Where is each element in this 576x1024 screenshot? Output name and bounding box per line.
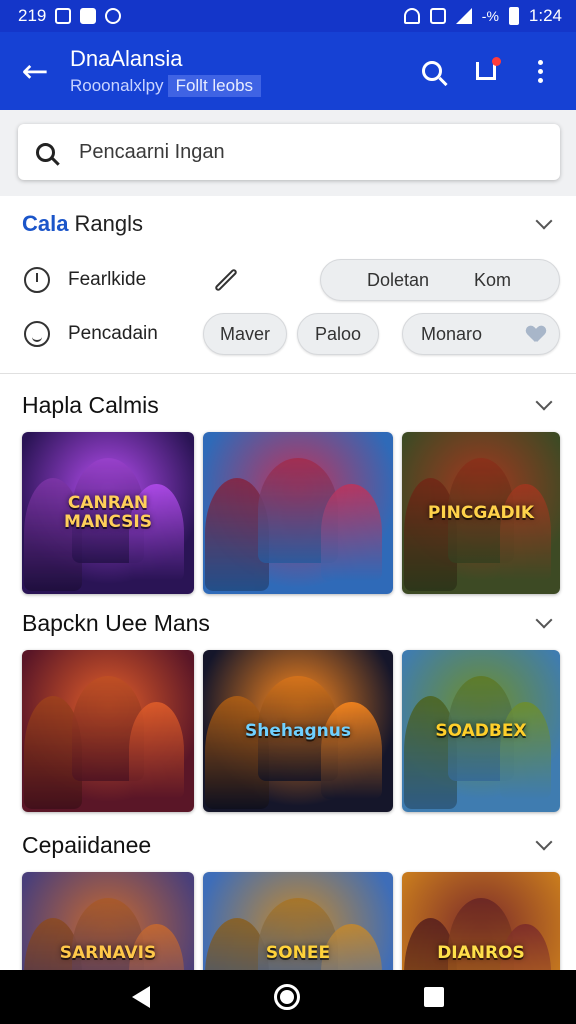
game-section-2: Bapckn Uee Mans Shehagnus SOADBEX [0,596,576,812]
status-bar: 219 -% 1:24 [0,0,576,32]
game-tile[interactable] [22,650,194,812]
chevron-down-icon[interactable] [535,393,553,411]
app-bar-titles: DnaAlansia Rooonalxlpy Follt leobs [70,45,262,97]
filter-row-1-label: Fearlkide [68,269,147,290]
more-vert-icon [537,59,543,83]
battery-text: -% [481,8,499,24]
game-tile-title: SONEE [265,942,331,963]
app-screen: 219 -% 1:24 ← DnaAlansia Rooonalxlpy Fol… [0,0,576,1024]
app-bar-actions [416,55,576,87]
game-tile[interactable]: PINCGADIK [402,432,560,594]
section-title: Cepaiidanee [22,831,152,858]
battery-icon [508,7,519,25]
filter-chip-3-label: Monaro [421,323,483,344]
filter-chip-2[interactable]: Paloo [297,313,379,355]
artwork-figure [499,484,551,582]
game-tile-title: CANRAN MANCSIS [64,493,152,532]
heart-notification-icon [105,8,122,24]
chevron-down-icon[interactable] [535,212,553,230]
search-button[interactable] [416,55,448,87]
filter-chip-3[interactable]: Monaro [402,313,560,355]
app-chip[interactable]: Follt leobs [167,74,262,97]
clock-icon [24,267,50,293]
wifi-icon [403,8,420,24]
artwork-figure [320,702,382,800]
nav-recents-icon[interactable] [424,987,444,1007]
section-header[interactable]: Bapckn Uee Mans [0,596,576,650]
brand-logo: Cala [22,211,69,236]
arrow-left-icon: ← [21,52,49,90]
search-icon [422,61,442,81]
status-time-right: 1:24 [528,6,562,25]
vibrate-icon [429,8,446,24]
filters-title: Rangls [74,211,143,236]
section-title: Hapla Calmis [22,391,159,418]
search-area [0,110,576,196]
game-tile[interactable]: Shehagnus [203,650,393,812]
artwork-figure [320,484,382,582]
game-tile-title: PINCGADIK [427,502,535,523]
search-box[interactable] [18,124,560,180]
app-subtitle-row: Rooonalxlpy Follt leobs [70,74,262,97]
game-tile-title: SOADBEX [435,720,527,741]
section-header[interactable]: Cepaiidanee [0,818,576,872]
filter-chip-1[interactable]: Maver [203,313,287,355]
tile-row: Shehagnus SOADBEX [0,650,576,812]
search-field-icon [36,142,55,162]
nav-home-icon[interactable] [274,984,300,1010]
game-tile-title: SARNAVIS [59,942,157,963]
artwork-figure [128,702,184,800]
toggle-pill[interactable]: Doletan Kom [320,259,560,301]
chevron-down-icon[interactable] [535,833,553,851]
chevron-down-icon[interactable] [535,611,553,629]
app-title: DnaAlansia [70,45,183,71]
notification-icon [55,8,72,24]
cart-button[interactable] [470,55,502,87]
smiley-icon [24,321,50,347]
filter-row-1: Fearlkide Doletan Kom [0,256,576,304]
game-tile-title: Shehagnus [245,720,351,741]
game-section-1: Hapla Calmis CANRAN MANCSIS PINCGADIK [0,378,576,594]
status-bar-right: -% 1:24 [403,6,562,26]
heart-icon [527,326,545,342]
signal-icon [455,8,472,24]
game-tile[interactable] [203,432,393,594]
filters-panel: Cala Rangls Fearlkide Doletan Kom Pencad… [0,196,576,374]
toggle-pill-left[interactable]: Doletan [367,270,429,291]
app-bar: ← DnaAlansia Rooonalxlpy Follt leobs [0,32,576,110]
more-options-button[interactable] [524,55,556,87]
game-tile[interactable]: SOADBEX [402,650,560,812]
section-header[interactable]: Hapla Calmis [0,378,576,432]
tile-row: CANRAN MANCSIS PINCGADIK [0,432,576,594]
app-notification-icon [80,8,97,24]
section-title: Bapckn Uee Mans [22,609,210,636]
filter-row-2: Pencadain Maver Paloo Monaro [0,310,576,358]
back-button[interactable]: ← [0,32,70,110]
cart-badge-dot [492,57,501,66]
system-nav-bar [0,970,576,1024]
status-time-left: 219 [18,6,47,25]
status-bar-left: 219 [18,6,122,26]
game-tile-title: DIANROS [437,942,525,963]
filter-row-2-label: Pencadain [68,323,158,344]
artwork-figure [499,702,551,800]
toggle-pill-right[interactable]: Kom [474,270,511,291]
game-tile[interactable]: CANRAN MANCSIS [22,432,194,594]
filters-header[interactable]: Cala Rangls [0,196,576,252]
nav-back-icon[interactable] [132,986,150,1008]
edit-pencil-icon[interactable] [213,267,239,293]
app-subtitle: Rooonalxlpy [70,75,164,95]
search-input[interactable] [79,140,499,164]
